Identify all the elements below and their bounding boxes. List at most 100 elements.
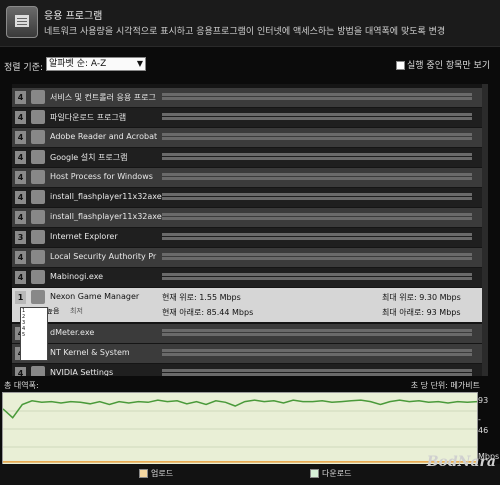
- app-name: Local Security Authority Pr: [50, 252, 157, 261]
- app-row[interactable]: 3 Internet Explorer: [12, 228, 482, 247]
- bandwidth-bar: [162, 233, 472, 236]
- app-row[interactable]: 4 파일다운로드 프로그램: [12, 108, 482, 127]
- selected-app-row[interactable]: 1 Nexon Game Manager 현재 위로: 1.55 Mbps 최대 위로…: [12, 288, 482, 322]
- nexon-icon: [31, 290, 45, 304]
- adobe-icon: [31, 130, 45, 144]
- applications-icon: [6, 6, 38, 38]
- bandwidth-bar: [162, 349, 472, 352]
- flash-icon: [31, 210, 45, 224]
- header: 응용 프로그램 네트워크 사용량을 시각적으로 표시하고 응용프로그램이 인터넷…: [0, 0, 500, 47]
- window-icon: [31, 90, 45, 104]
- chevron-down-icon: ▼: [136, 59, 143, 68]
- app-name: Mabinogi.exe: [50, 272, 104, 281]
- app-row[interactable]: 4 Mabinogi.exe: [12, 268, 482, 287]
- app-row[interactable]: 4 Adobe Reader and Acrobat: [12, 128, 482, 147]
- priority-badge[interactable]: 4: [15, 151, 26, 164]
- watermark: BodNara: [426, 454, 496, 470]
- graph-title: 총 대역폭:: [4, 381, 39, 390]
- nvidia-icon: [31, 366, 45, 376]
- bandwidth-bar: [162, 253, 472, 256]
- graph-header: 총 대역폭: 초 당 단위: 메가비트: [0, 378, 500, 392]
- y-label-mid: 46: [478, 426, 489, 435]
- priority-badge[interactable]: 4: [15, 131, 26, 144]
- window-icon: [31, 110, 45, 124]
- active-only-checkbox[interactable]: [396, 61, 405, 70]
- priority-options-menu: 12345: [20, 307, 48, 361]
- bandwidth-bar: [162, 113, 472, 116]
- download-series-line: [2, 399, 478, 419]
- flash-icon: [31, 190, 45, 204]
- current-upload: 현재 위로: 1.55 Mbps: [162, 293, 241, 302]
- priority-badge[interactable]: 4: [15, 191, 26, 204]
- y-label-top: 93: [478, 396, 489, 405]
- app-name: Internet Explorer: [50, 232, 118, 241]
- bandwidth-bar: [162, 133, 472, 136]
- bandwidth-bar: [162, 153, 472, 156]
- app-name: 서비스 및 컨트롤러 응용 프로그: [50, 93, 156, 102]
- app-name: install_flashplayer11x32axe: [50, 192, 162, 201]
- unit-label: 초 당 단위: 메가비트: [411, 380, 480, 391]
- bandwidth-bar: [162, 93, 472, 96]
- bandwidth-bar: [162, 173, 472, 176]
- low-priority-label: 최저: [70, 307, 83, 315]
- app-name: install_flashplayer11x32axe: [50, 212, 162, 221]
- window-icon: [31, 250, 45, 264]
- bandwidth-bar: [162, 369, 472, 372]
- bandwidth-bar: [162, 213, 472, 216]
- priority-badge[interactable]: 4: [15, 251, 26, 264]
- app-row[interactable]: 4 Google 설치 프로그램: [12, 148, 482, 167]
- priority-option[interactable]: 5: [21, 332, 47, 338]
- page-title: 응용 프로그램: [44, 11, 103, 22]
- legend: 업로드 다운로드 BodNara: [0, 454, 500, 485]
- app-row[interactable]: 4 Host Process for Windows: [12, 168, 482, 187]
- app-name: Nexon Game Manager: [50, 292, 140, 301]
- app-row[interactable]: 4dMeter.exe: [12, 324, 482, 343]
- priority-badge[interactable]: 4: [15, 271, 26, 284]
- active-only-label: 실행 중인 항목만 보기: [407, 61, 491, 71]
- app-row[interactable]: 4 install_flashplayer11x32axe: [12, 208, 482, 227]
- app-name: Host Process for Windows: [50, 172, 153, 181]
- y-label-bottom: -: [478, 415, 481, 424]
- sort-selected-value: 알파벳 순: A-Z: [49, 59, 107, 69]
- bandwidth-chart: [2, 399, 478, 463]
- priority-badge[interactable]: 4: [15, 211, 26, 224]
- bandwidth-bar: [162, 193, 472, 196]
- sort-label: 정렬 기준:: [4, 63, 44, 73]
- unit-label-text: 초 당 단위:: [410, 381, 448, 390]
- page-description: 네트워크 사용량을 시각적으로 표시하고 응용프로그램이 인터넷에 액세스하는 …: [44, 27, 446, 37]
- unit-value[interactable]: 메가비트: [451, 381, 480, 390]
- app-row[interactable]: 4 서비스 및 컨트롤러 응용 프로그: [12, 88, 482, 107]
- app-name: dMeter.exe: [50, 328, 95, 337]
- sort-dropdown[interactable]: 알파벳 순: A-Z ▼: [46, 57, 146, 71]
- bandwidth-bar: [162, 273, 472, 276]
- priority-badge[interactable]: 3: [15, 231, 26, 244]
- priority-badge[interactable]: 4: [15, 367, 26, 376]
- bandwidth-bar: [162, 329, 472, 332]
- priority-badge[interactable]: 4: [15, 171, 26, 184]
- priority-badge[interactable]: 1: [15, 291, 26, 304]
- bandwidth-graph: [2, 392, 478, 466]
- app-name: NT Kernel & System: [50, 348, 130, 357]
- upload-legend-label: 업로드: [151, 469, 174, 478]
- window-icon: [31, 170, 45, 184]
- max-upload: 최대 위로: 9.30 Mbps: [382, 293, 461, 302]
- app-row[interactable]: 4 NVIDIA Settings: [12, 364, 482, 376]
- current-download: 현재 아래로: 85.44 Mbps: [162, 308, 254, 317]
- priority-badge[interactable]: 4: [15, 111, 26, 124]
- upload-swatch: [139, 469, 148, 478]
- ie-icon: [31, 230, 45, 244]
- max-download: 최대 아래로: 93 Mbps: [382, 308, 461, 317]
- app-name: NVIDIA Settings: [50, 368, 114, 376]
- sort-bar: 정렬 기준: 알파벳 순: A-Z ▼ 실행 중인 항목만 보기: [0, 56, 500, 74]
- app-name: 파일다운로드 프로그램: [50, 113, 127, 122]
- app-row[interactable]: 4 install_flashplayer11x32axe: [12, 188, 482, 207]
- google-icon: [31, 150, 45, 164]
- app-name: Adobe Reader and Acrobat: [50, 132, 158, 141]
- app-row[interactable]: 4NT Kernel & System: [12, 344, 482, 363]
- app-row[interactable]: 4 Local Security Authority Pr: [12, 248, 482, 267]
- mabinogi-icon: [31, 270, 45, 284]
- download-legend-label: 다운로드: [322, 469, 352, 478]
- app-name: Google 설치 프로그램: [50, 153, 128, 162]
- priority-badge[interactable]: 4: [15, 91, 26, 104]
- download-swatch: [310, 469, 319, 478]
